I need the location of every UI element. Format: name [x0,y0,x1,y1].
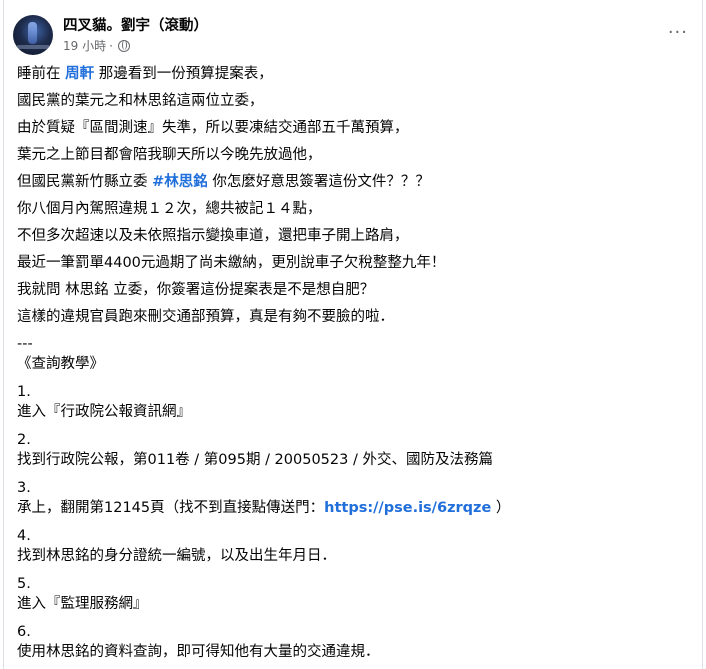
post-line: 由於質疑『區間測速』失準，所以要凍結交通部五千萬預算， [17,120,409,136]
text: 那邊看到一份預算提案表， [94,66,273,82]
post-line: 最近一筆罰單4400元過期了尚未繳納，更別說車子欠稅整整九年！ [17,255,446,271]
text: 但國民黨新竹縣立委 [17,174,153,190]
post-meta: 19 小時 · [63,37,130,54]
more-options-button[interactable]: ··· [668,22,688,43]
post-time[interactable]: 19 小時 [63,39,106,53]
shortlink[interactable]: https://pse.is/6zrqze [324,500,491,516]
author-name[interactable]: 四叉貓。劉宇（滾動） [63,14,208,35]
post-line: 睡前在 周軒 那邊看到一份預算提案表， [17,64,273,84]
step-text: 使用林思銘的資料查詢，即可得知他有大量的交通違規． [17,644,380,660]
post-line: 國民黨的葉元之和林思銘這兩位立委， [17,93,264,109]
hashtag-link[interactable]: #林思銘 [152,174,208,190]
globe-icon [117,40,130,52]
text: 睡前在 [17,66,66,82]
post-line: 這樣的違規官員跑來刪交通部預算，真是有夠不要臉的啦． [17,309,394,325]
text: 承上，翻開第12145頁（找不到直接點傳送門： [17,500,325,516]
step-number: 3. [17,480,31,496]
text: 你怎麼好意思簽署這份文件？？？ [207,174,430,190]
avatar-figure [28,22,37,44]
post-line: 不但多次超速以及未依照指示變換車道，還把車子開上路肩， [17,228,409,244]
step-number: 5. [17,576,31,592]
step-number: 2. [17,432,31,448]
author-avatar[interactable] [13,15,53,55]
step-text: 進入『監理服務網』 [17,596,148,612]
facebook-post: 四叉貓。劉宇（滾動） 19 小時 · ··· 睡前在 周軒 那邊看到一份預算提案表… [3,0,703,669]
meta-separator: · [109,39,113,53]
step-text: 找到林思銘的身分證統一編號，以及出生年月日． [17,548,336,564]
step-text: 承上，翻開第12145頁（找不到直接點傳送門：https://pse.is/6z… [17,498,510,518]
divider-text: --- [17,336,33,352]
post-line: 葉元之上節目都會陪我聊天所以今晚先放過他， [17,147,322,163]
tutorial-title: 《查詢教學》 [17,356,104,372]
post-line: 我就問 林思銘 立委，你簽署這份提案表是不是想自肥？ [17,282,375,298]
mention-link[interactable]: 周軒 [65,66,94,82]
post-header: 四叉貓。劉宇（滾動） 19 小時 · ··· [4,0,702,64]
step-text: 進入『行政院公報資訊網』 [17,404,191,420]
step-text: 找到行政院公報，第011卷 / 第095期 / 20050523 / 外交、國防… [17,452,493,468]
step-number: 1. [17,384,31,400]
step-number: 4. [17,528,31,544]
text: ） [491,500,511,516]
step-number: 6. [17,624,31,640]
post-line: 但國民黨新竹縣立委 #林思銘 你怎麼好意思簽署這份文件？？？ [17,172,430,192]
post-line: 你八個月內駕照違規１２次，總共被記１４點， [17,201,322,217]
avatar-band [17,45,49,49]
